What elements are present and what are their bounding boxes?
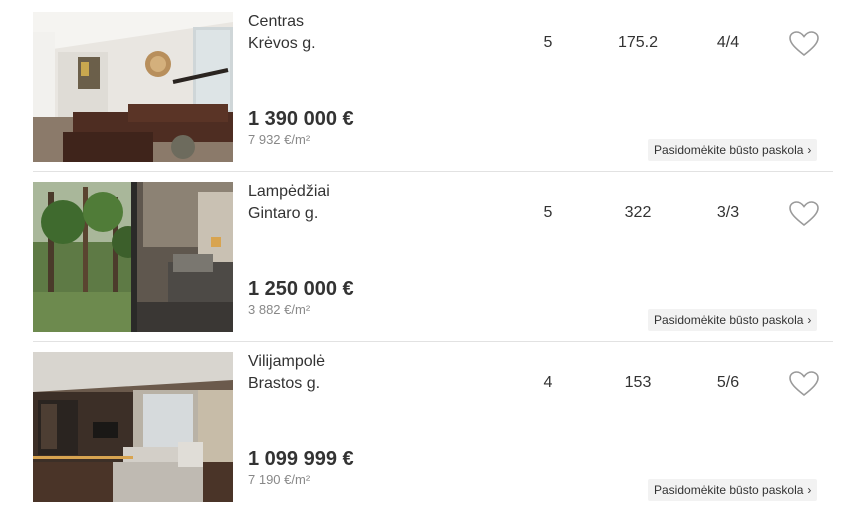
chevron-right-icon: › [807,313,812,327]
mortgage-link-label: Pasidomėkite būsto paskola [654,143,804,157]
listing-rooms: 5 [543,34,553,51]
listing-price-per-m2: 7 190 €/m² [248,472,311,487]
mortgage-link[interactable]: Pasidomėkite būsto paskola › [648,479,818,501]
listing-street: Gintaro g. [248,205,319,222]
mortgage-link[interactable]: Pasidomėkite būsto paskola › [648,309,818,331]
listing-photo[interactable] [33,182,233,332]
heart-outline-icon[interactable] [789,371,819,397]
listing-price-per-m2: 7 932 €/m² [248,132,311,147]
listing-district[interactable]: Centras [248,13,304,31]
listing-price-per-m2: 3 882 €/m² [248,302,311,317]
heart-outline-icon[interactable] [789,31,819,57]
chevron-right-icon: › [807,483,812,497]
heart-outline-icon[interactable] [789,201,819,227]
listing-rooms: 4 [543,374,553,391]
chevron-right-icon: › [807,143,812,157]
listing-price: 1 390 000 € [248,108,354,130]
listing-area: 153 [624,374,652,391]
listing-street: Krėvos g. [248,35,316,52]
listing-photo[interactable] [33,352,233,502]
listing-list: Centras Krėvos g. 1 390 000 € 7 932 €/m²… [0,0,861,505]
listing-district[interactable]: Lampėdžiai [248,183,330,201]
listing-area: 322 [624,204,652,221]
listing-street: Brastos g. [248,375,321,392]
listing-row[interactable]: Centras Krėvos g. 1 390 000 € 7 932 €/m²… [0,0,861,170]
listing-photo[interactable] [33,12,233,162]
mortgage-link[interactable]: Pasidomėkite būsto paskola › [648,139,818,161]
mortgage-link-label: Pasidomėkite būsto paskola [654,483,804,497]
listing-district[interactable]: Vilijampolė [248,353,325,371]
listing-rooms: 5 [543,204,553,221]
listing-price: 1 099 999 € [248,448,354,470]
listing-floor: 4/4 [716,34,740,51]
listing-floor: 5/6 [716,374,740,391]
listing-row[interactable]: Vilijampolė Brastos g. 1 099 999 € 7 190… [0,340,861,505]
listing-area: 175.2 [617,34,659,51]
listing-row[interactable]: Lampėdžiai Gintaro g. 1 250 000 € 3 882 … [0,170,861,340]
mortgage-link-label: Pasidomėkite būsto paskola [654,313,804,327]
listing-floor: 3/3 [716,204,740,221]
listing-price: 1 250 000 € [248,278,354,300]
